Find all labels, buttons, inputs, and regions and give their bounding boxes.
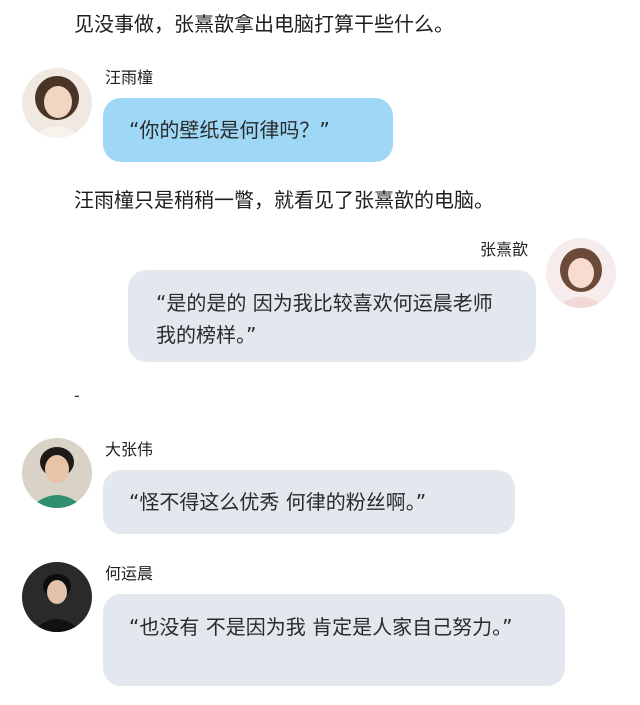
avatar-portrait-icon (22, 68, 92, 138)
narration-line-1: 见没事做，张熹歆拿出电脑打算干些什么。 (74, 12, 454, 36)
sender-name: 大张伟 (105, 440, 154, 459)
sender-name: 张熹歆 (480, 240, 529, 259)
message-bubble: “是的是的 因为我比较喜欢何运晨老师 我的榜样。” (128, 270, 536, 362)
message-bubble: “你的壁纸是何律吗？” (103, 98, 393, 162)
message-bubble: “也没有 不是因为我 肯定是人家自己努力。” (103, 594, 565, 686)
avatar-zhang-xixin[interactable] (546, 238, 616, 308)
divider-mark: - (74, 386, 80, 405)
avatar-he-yunchen[interactable] (22, 562, 92, 632)
avatar-wang-yutong[interactable] (22, 68, 92, 138)
sender-name: 汪雨橦 (105, 68, 154, 87)
avatar-portrait-icon (22, 438, 92, 508)
narration-line-2: 汪雨橦只是稍稍一瞥，就看见了张熹歆的电脑。 (74, 188, 494, 212)
avatar-portrait-icon (22, 562, 92, 632)
avatar-da-zhangwei[interactable] (22, 438, 92, 508)
message-bubble: “怪不得这么优秀 何律的粉丝啊。” (103, 470, 515, 534)
sender-name: 何运晨 (105, 564, 154, 583)
avatar-portrait-icon (546, 238, 616, 308)
